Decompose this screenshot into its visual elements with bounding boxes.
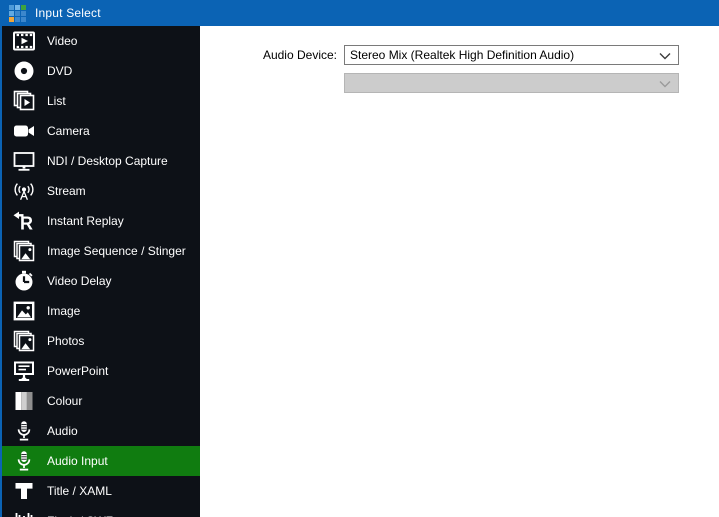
sidebar-item-label: Stream bbox=[47, 184, 86, 198]
app-icon-square bbox=[21, 16, 26, 22]
image-sequence-icon bbox=[10, 238, 38, 264]
sidebar-item-stream[interactable]: Stream bbox=[2, 176, 200, 206]
powerpoint-icon bbox=[10, 358, 38, 384]
sidebar-item-list[interactable]: List bbox=[2, 86, 200, 116]
film-video-icon bbox=[10, 28, 38, 54]
flash-icon bbox=[10, 508, 38, 517]
sidebar-item-flash-swf[interactable]: Flash / SWF bbox=[2, 506, 200, 517]
sidebar-item-label: Image bbox=[47, 304, 81, 318]
sidebar-item-label: PowerPoint bbox=[47, 364, 109, 378]
app-icon-square bbox=[15, 10, 20, 16]
sidebar-item-label: Audio bbox=[47, 424, 78, 438]
sidebar-item-photos[interactable]: Photos bbox=[2, 326, 200, 356]
sidebar-item-label: Instant Replay bbox=[47, 214, 124, 228]
window-title: Input Select bbox=[35, 6, 101, 20]
sidebar-item-label: Audio Input bbox=[47, 454, 108, 468]
sidebar-item-video[interactable]: Video bbox=[2, 26, 200, 56]
sidebar-item-label: Video bbox=[47, 34, 78, 48]
svg-text:R: R bbox=[20, 214, 33, 234]
sidebar-item-dvd[interactable]: DVD bbox=[2, 56, 200, 86]
video-delay-icon bbox=[10, 268, 38, 294]
chevron-down-icon bbox=[659, 52, 671, 60]
app-icon-square bbox=[9, 4, 14, 10]
sidebar-item-instant-replay[interactable]: R Instant Replay bbox=[2, 206, 200, 236]
sidebar-item-ndi-desktop-capture[interactable]: NDI / Desktop Capture bbox=[2, 146, 200, 176]
sidebar-item-label: Image Sequence / Stinger bbox=[47, 244, 186, 258]
sidebar-item-label: Camera bbox=[47, 124, 90, 138]
dvd-icon bbox=[10, 58, 38, 84]
photos-icon bbox=[10, 328, 38, 354]
sidebar-item-label: DVD bbox=[47, 64, 73, 78]
input-select-window: Input Select Video DVD List Camera NDI / Des… bbox=[0, 0, 719, 517]
titlebar: Input Select bbox=[0, 0, 719, 26]
sidebar-item-label: Title / XAML bbox=[47, 484, 112, 498]
app-icon-square bbox=[9, 10, 14, 16]
secondary-device-select bbox=[344, 73, 679, 93]
stream-icon bbox=[10, 178, 38, 204]
list-icon bbox=[10, 88, 38, 114]
audio-device-select[interactable]: Stereo Mix (Realtek High Definition Audi… bbox=[344, 45, 679, 65]
app-icon bbox=[9, 4, 26, 22]
app-icon-square bbox=[9, 16, 14, 22]
input-type-sidebar: Video DVD List Camera NDI / Desktop Capture S… bbox=[0, 26, 200, 517]
title-text-icon bbox=[10, 478, 38, 504]
camera-icon bbox=[10, 118, 38, 144]
window-content: Video DVD List Camera NDI / Desktop Capture S… bbox=[0, 26, 719, 517]
audio-input-panel: Audio Device: Stereo Mix (Realtek High D… bbox=[200, 26, 719, 517]
sidebar-item-image-sequence-stinger[interactable]: Image Sequence / Stinger bbox=[2, 236, 200, 266]
sidebar-item-label: Photos bbox=[47, 334, 85, 348]
sidebar-item-video-delay[interactable]: Video Delay bbox=[2, 266, 200, 296]
app-icon-square bbox=[15, 4, 20, 10]
microphone-icon bbox=[10, 418, 38, 444]
audio-device-value: Stereo Mix (Realtek High Definition Audi… bbox=[350, 48, 575, 62]
chevron-down-icon bbox=[659, 80, 671, 88]
image-icon bbox=[10, 298, 38, 324]
app-icon-square bbox=[21, 10, 26, 16]
sidebar-item-label: List bbox=[47, 94, 66, 108]
sidebar-item-colour[interactable]: Colour bbox=[2, 386, 200, 416]
microphone-icon bbox=[10, 448, 38, 474]
sidebar-item-label: Colour bbox=[47, 394, 83, 408]
sidebar-item-audio[interactable]: Audio bbox=[2, 416, 200, 446]
sidebar-item-image[interactable]: Image bbox=[2, 296, 200, 326]
audio-device-label: Audio Device: bbox=[262, 48, 337, 62]
monitor-icon bbox=[10, 148, 38, 174]
app-icon-square bbox=[15, 16, 20, 22]
instant-replay-icon: R bbox=[10, 208, 38, 234]
sidebar-item-audio-input[interactable]: Audio Input bbox=[2, 446, 200, 476]
colour-icon bbox=[10, 388, 38, 414]
app-icon-square bbox=[21, 4, 26, 10]
sidebar-item-camera[interactable]: Camera bbox=[2, 116, 200, 146]
sidebar-item-label: Video Delay bbox=[47, 274, 112, 288]
sidebar-item-label: NDI / Desktop Capture bbox=[47, 154, 168, 168]
sidebar-item-title-xaml[interactable]: Title / XAML bbox=[2, 476, 200, 506]
sidebar-item-powerpoint[interactable]: PowerPoint bbox=[2, 356, 200, 386]
